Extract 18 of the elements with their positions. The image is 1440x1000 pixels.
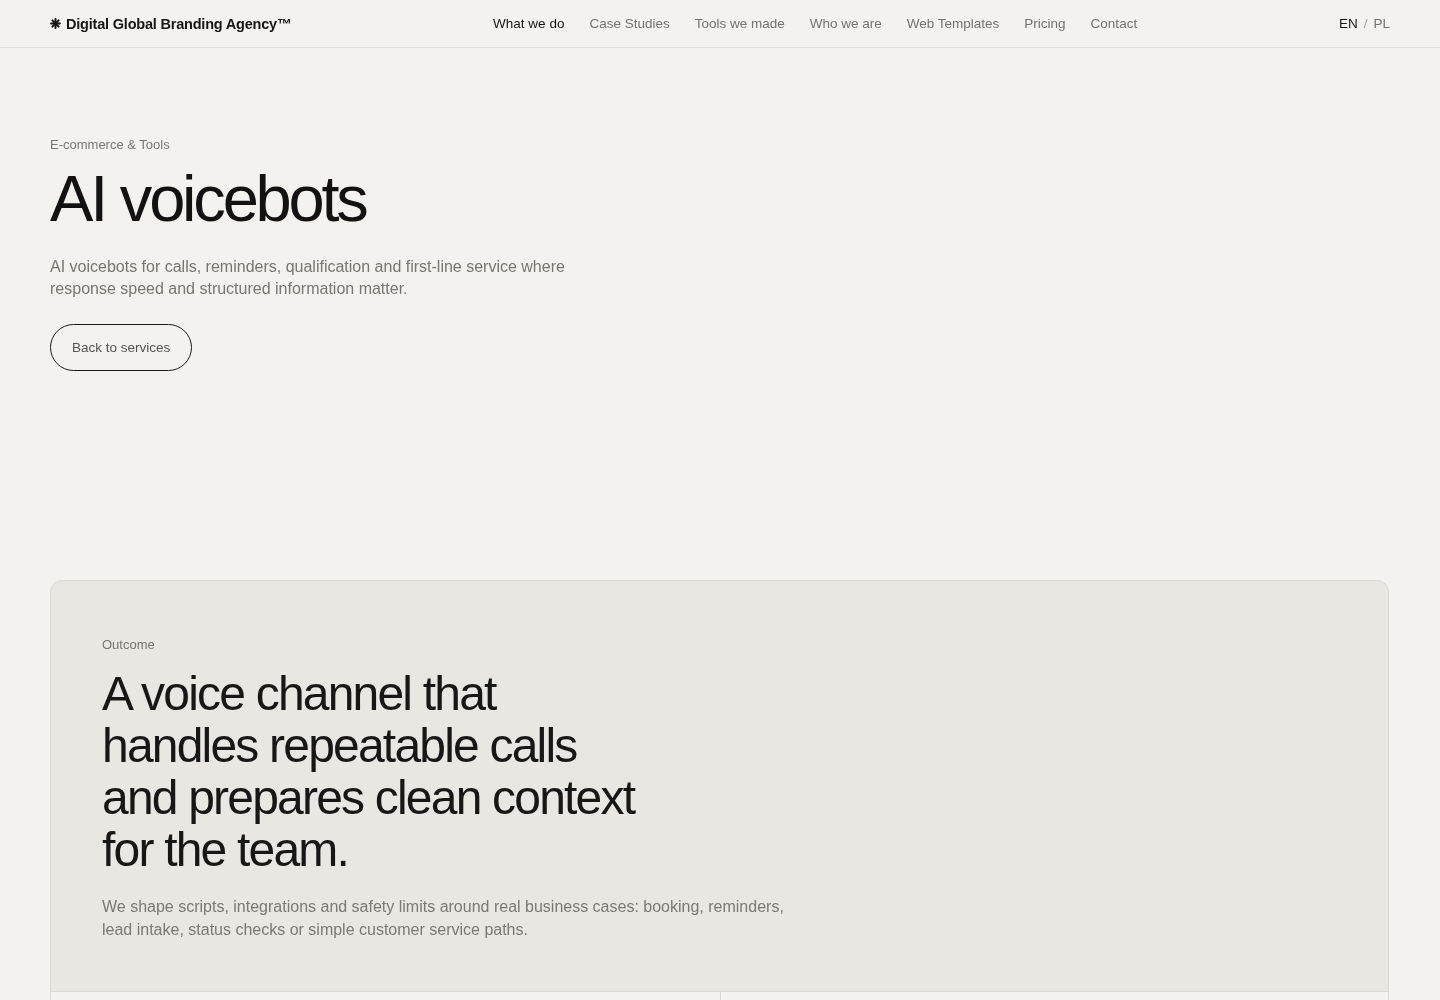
nav-link[interactable]: Web Templates [906,16,1000,31]
nav-link[interactable]: Contact [1090,16,1138,31]
section-text: We shape scripts, integrations and safety limits around real business cases: booking, reminders, lead intake, status checks or simple customer service paths. [102,897,785,940]
nav-link[interactable]: Pricing [1024,16,1066,31]
nav-link[interactable]: Case Studies [589,16,670,31]
intro-text: AI voicebots for calls, reminders, qualification and first-line service where response speed and structured information matter. [50,257,566,299]
section-heading: A voice channel that handles repeatable calls and prepares clean context for the team. [102,668,636,876]
nav-link[interactable]: What we do [493,16,565,31]
nav-link[interactable]: Tools we made [694,16,785,31]
category-label: E-commerce & Tools [50,137,170,153]
language-separator: / [1363,16,1368,31]
language-link[interactable]: EN [1338,16,1358,31]
section-label: Outcome [102,637,155,653]
nav-link[interactable]: Who we are [809,16,882,31]
asterisk-icon [50,18,61,29]
page-title: AI voicebots [50,163,366,235]
language-link[interactable]: PL [1373,16,1390,31]
logo-link[interactable]: Digital Global Branding Agency™ [66,15,292,32]
